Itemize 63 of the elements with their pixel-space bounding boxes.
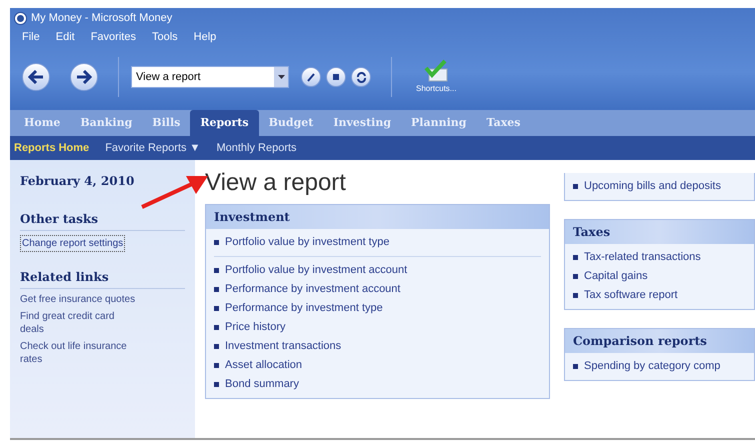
report-link[interactable]: Capital gains <box>584 269 648 284</box>
related-link[interactable]: Find great credit card deals <box>20 310 140 336</box>
section-heading: Comparison reports <box>565 329 754 353</box>
checkmark-icon <box>423 59 450 83</box>
subnav-link[interactable]: Monthly Reports <box>216 140 297 156</box>
related-link[interactable]: Get free insurance quotes <box>20 293 140 306</box>
report-link[interactable]: Asset allocation <box>225 358 302 373</box>
task-link[interactable]: Change report settings <box>20 235 126 252</box>
related-link[interactable]: Check out life insurance rates <box>20 340 140 366</box>
bullet-icon <box>214 268 219 273</box>
date-label: February 4, 2010 <box>20 173 136 190</box>
bullet-icon <box>573 184 578 189</box>
dropdown-button[interactable] <box>274 67 288 87</box>
subnav-link[interactable]: Reports Home <box>14 140 90 156</box>
menu-item[interactable]: Favorites <box>90 28 136 46</box>
report-link[interactable]: Spending by category comp <box>584 359 720 374</box>
window-title: My Money - Microsoft Money <box>31 10 172 26</box>
page-title: View a report <box>205 168 347 198</box>
app-logo-icon <box>14 12 27 24</box>
bullet-icon <box>214 306 219 311</box>
address-field[interactable]: View a report <box>131 66 289 88</box>
bullet-icon <box>573 255 578 260</box>
sidebar-heading: Related links <box>20 268 185 289</box>
bullet-icon <box>214 325 219 330</box>
pencil-icon <box>306 72 316 82</box>
report-link[interactable]: Upcoming bills and deposits <box>584 179 721 194</box>
menu-item[interactable]: Edit <box>56 28 75 46</box>
report-link[interactable]: Tax software report <box>584 288 678 303</box>
stop-icon <box>333 74 339 80</box>
report-link[interactable]: Investment transactions <box>225 339 342 354</box>
section-heading: Investment <box>206 205 549 229</box>
menu-item[interactable]: File <box>22 28 40 46</box>
back-arrow-icon <box>28 70 44 84</box>
bullet-icon <box>214 287 219 292</box>
report-link[interactable]: Bond summary <box>225 377 299 392</box>
report-link[interactable]: Price history <box>225 320 286 335</box>
forward-button[interactable] <box>70 63 98 91</box>
sidebar-heading: Other tasks <box>20 210 185 231</box>
report-link[interactable]: Tax-related transactions <box>584 250 701 265</box>
bullet-icon <box>214 382 219 387</box>
bullet-icon <box>573 274 578 279</box>
bullet-icon <box>214 240 219 245</box>
bullet-icon <box>214 344 219 349</box>
nav-tab[interactable]: Reports <box>190 110 259 136</box>
subnav-link[interactable]: Favorite Reports ▼ <box>105 140 200 156</box>
report-link[interactable]: Performance by investment type <box>225 301 383 316</box>
report-link[interactable]: Performance by investment account <box>225 282 400 297</box>
shortcuts-button[interactable]: Shortcuts... <box>416 59 456 95</box>
refresh-icon <box>356 72 366 82</box>
forward-arrow-icon <box>76 70 92 84</box>
bullet-icon <box>214 363 219 368</box>
report-link[interactable]: Portfolio value by investment type <box>225 235 390 250</box>
section-heading: Taxes <box>565 220 754 244</box>
refresh-button[interactable] <box>351 67 371 87</box>
menu-item[interactable]: Tools <box>152 28 178 46</box>
bullet-icon <box>573 364 578 369</box>
back-button[interactable] <box>22 63 50 91</box>
menu-item[interactable]: Help <box>194 28 216 46</box>
stop-button[interactable] <box>326 67 346 87</box>
edit-button[interactable] <box>301 67 321 87</box>
report-link[interactable]: Portfolio value by investment account <box>225 263 408 278</box>
caret-icon <box>278 75 284 79</box>
bullet-icon <box>573 293 578 298</box>
